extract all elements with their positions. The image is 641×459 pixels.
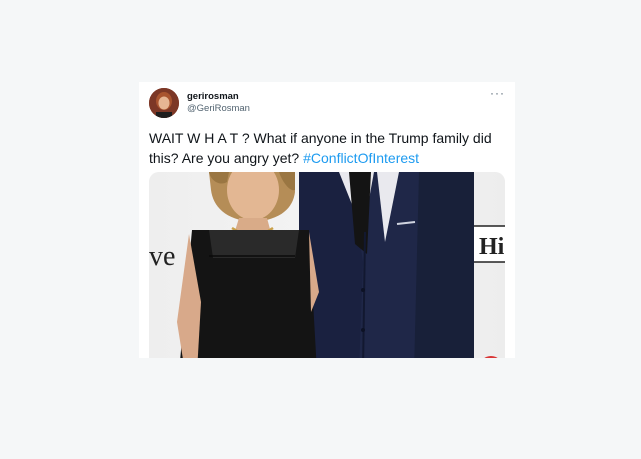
avatar[interactable] (149, 88, 179, 118)
display-name[interactable]: gerirosman (187, 91, 239, 102)
backdrop-text-right: Hi (479, 234, 505, 260)
backdrop-text-left: ve (149, 241, 175, 272)
user-handle[interactable]: @GeriRosman (187, 103, 250, 114)
tweet-card[interactable]: gerirosman @GeriRosman ··· WAIT W H A T … (139, 82, 515, 358)
tweet-photo[interactable]: ve Hi (149, 172, 505, 358)
more-options-icon[interactable]: ··· (490, 86, 505, 100)
photo-image: ve Hi (149, 172, 505, 358)
hashtag-link[interactable]: #ConflictOfInterest (303, 150, 419, 166)
tweet-text: WAIT W H A T ? What if anyone in the Tru… (149, 128, 509, 168)
avatar-image (149, 88, 179, 118)
